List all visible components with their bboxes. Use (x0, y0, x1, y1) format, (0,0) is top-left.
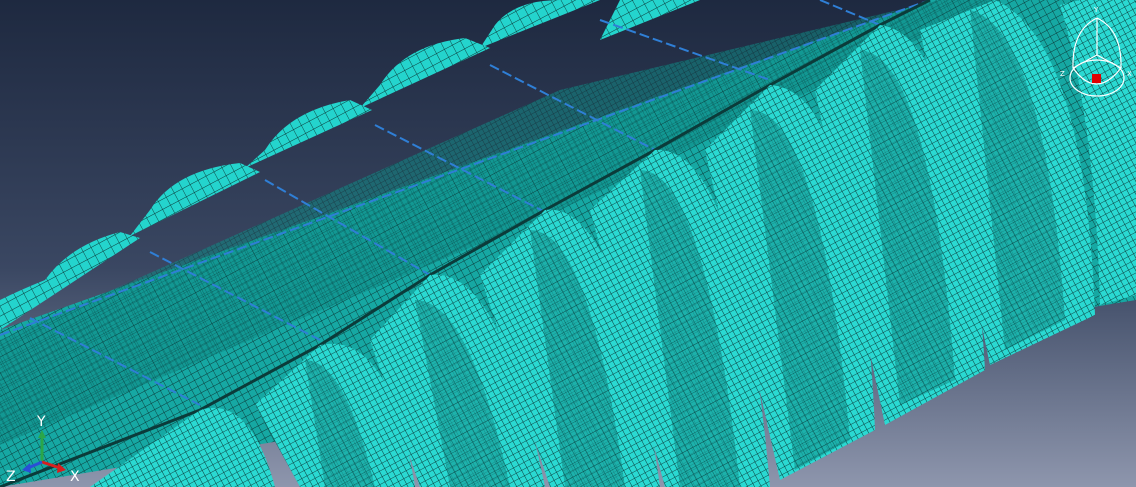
view-cube-marker (1092, 74, 1101, 83)
model-viewport[interactable]: Y X Z Y Z X (0, 0, 1136, 487)
axis-x-label: X (70, 469, 80, 485)
axis-z-label: Z (6, 469, 16, 485)
axis-y-label: Y (36, 414, 46, 430)
view-cube-left-label: Z (1060, 70, 1065, 78)
view-cube-right-label: X (1127, 70, 1132, 78)
view-cube-top-label: Y (1093, 6, 1099, 14)
